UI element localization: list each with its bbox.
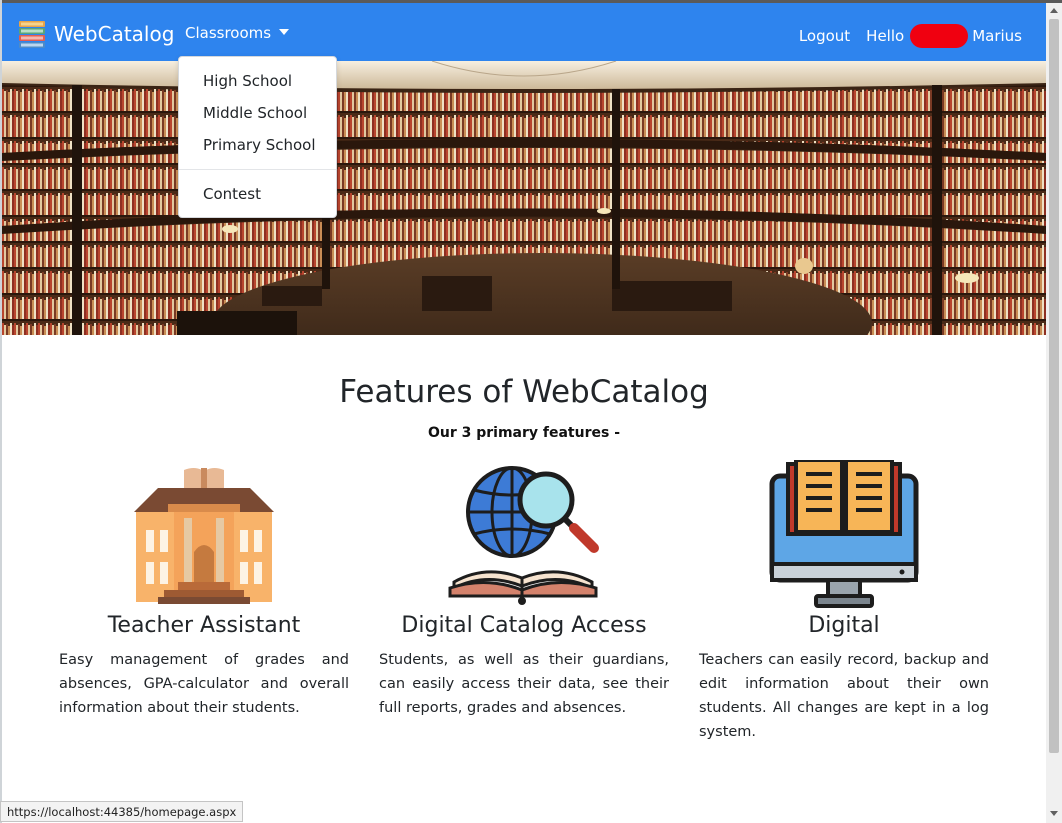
school-building-icon	[134, 468, 274, 604]
caret-down-icon	[279, 29, 290, 35]
globe-magnifier-book-icon	[448, 466, 599, 605]
feature-description: Students, as well as their guardians, ca…	[379, 652, 669, 716]
hello-label: Hello	[866, 27, 905, 45]
dropdown-item-contest[interactable]: Contest	[203, 185, 261, 203]
brand-link[interactable]: WebCatalog	[18, 19, 174, 49]
user-name: Marius	[972, 27, 1022, 45]
status-bar-url: https://localhost:44385/homepage.aspx	[0, 801, 244, 822]
feature-title: Digital Catalog Access	[401, 613, 647, 638]
library-illustration	[2, 61, 1046, 335]
dropdown-item-primary-school[interactable]: Primary School	[203, 136, 316, 154]
feature-card-digital: Digital Teachers can easily record, back…	[699, 460, 989, 740]
feature-card-teacher-assistant: Teacher Assistant Easy management of gra…	[59, 460, 349, 716]
feature-title: Teacher Assistant	[107, 613, 301, 638]
vertical-scrollbar[interactable]	[1046, 3, 1062, 823]
scroll-down-arrow-icon[interactable]	[1050, 811, 1058, 816]
features-heading: Features of WebCatalog	[339, 374, 709, 410]
features-subheading: Our 3 primary features -	[427, 425, 621, 441]
logout-link[interactable]: Logout	[799, 27, 850, 45]
monitor-book-icon	[769, 460, 919, 608]
dropdown-item-high-school[interactable]: High School	[203, 72, 292, 90]
scroll-up-arrow-icon[interactable]	[1050, 8, 1058, 13]
feature-card-digital-catalog-access: Digital Catalog Access Students, as well…	[379, 460, 669, 716]
dropdown-divider	[179, 169, 336, 170]
redaction-mark	[910, 24, 969, 48]
classrooms-dropdown-menu: High School Middle School Primary School…	[178, 56, 337, 218]
hero-library-image	[2, 61, 1046, 335]
dropdown-item-middle-school[interactable]: Middle School	[203, 104, 307, 122]
scrollbar-thumb[interactable]	[1049, 19, 1059, 753]
navbar: WebCatalog Classrooms Logout Hello Mariu…	[2, 3, 1046, 61]
feature-title: Digital	[808, 613, 880, 638]
classrooms-label: Classrooms	[185, 24, 272, 42]
nav-right: Logout Hello Marius	[799, 24, 1022, 48]
classrooms-dropdown-toggle[interactable]: Classrooms	[185, 24, 290, 42]
books-stack-icon	[19, 21, 45, 48]
brand-name: WebCatalog	[54, 22, 175, 46]
feature-description: Teachers can easily record, backup and e…	[699, 652, 989, 740]
feature-description: Easy management of grades and absences, …	[59, 652, 349, 716]
